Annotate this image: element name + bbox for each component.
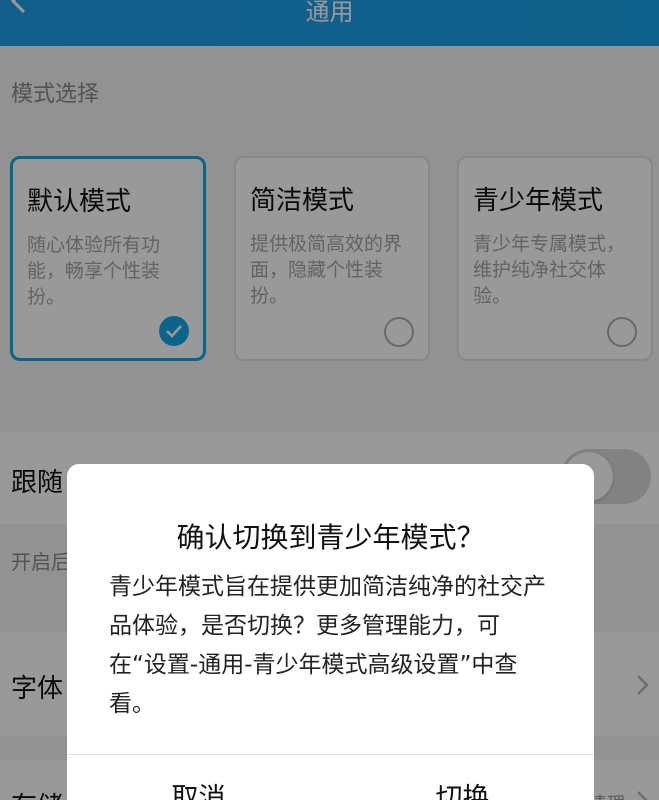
cancel-button[interactable]: 取消 <box>67 776 330 800</box>
dialog-message: 青少年模式旨在提供更加简洁纯净的社交产品体验，是否切换？更多管理能力，可在“设置… <box>109 574 546 717</box>
switch-button[interactable]: 切换 <box>331 776 594 800</box>
dialog-title: 确认切换到青少年模式？ <box>176 521 485 554</box>
confirm-dialog: 确认切换到青少年模式？ 青少年模式旨在提供更加简洁纯净的社交产品体验，是否切换？… <box>67 464 594 800</box>
dialog-divider <box>67 754 594 755</box>
